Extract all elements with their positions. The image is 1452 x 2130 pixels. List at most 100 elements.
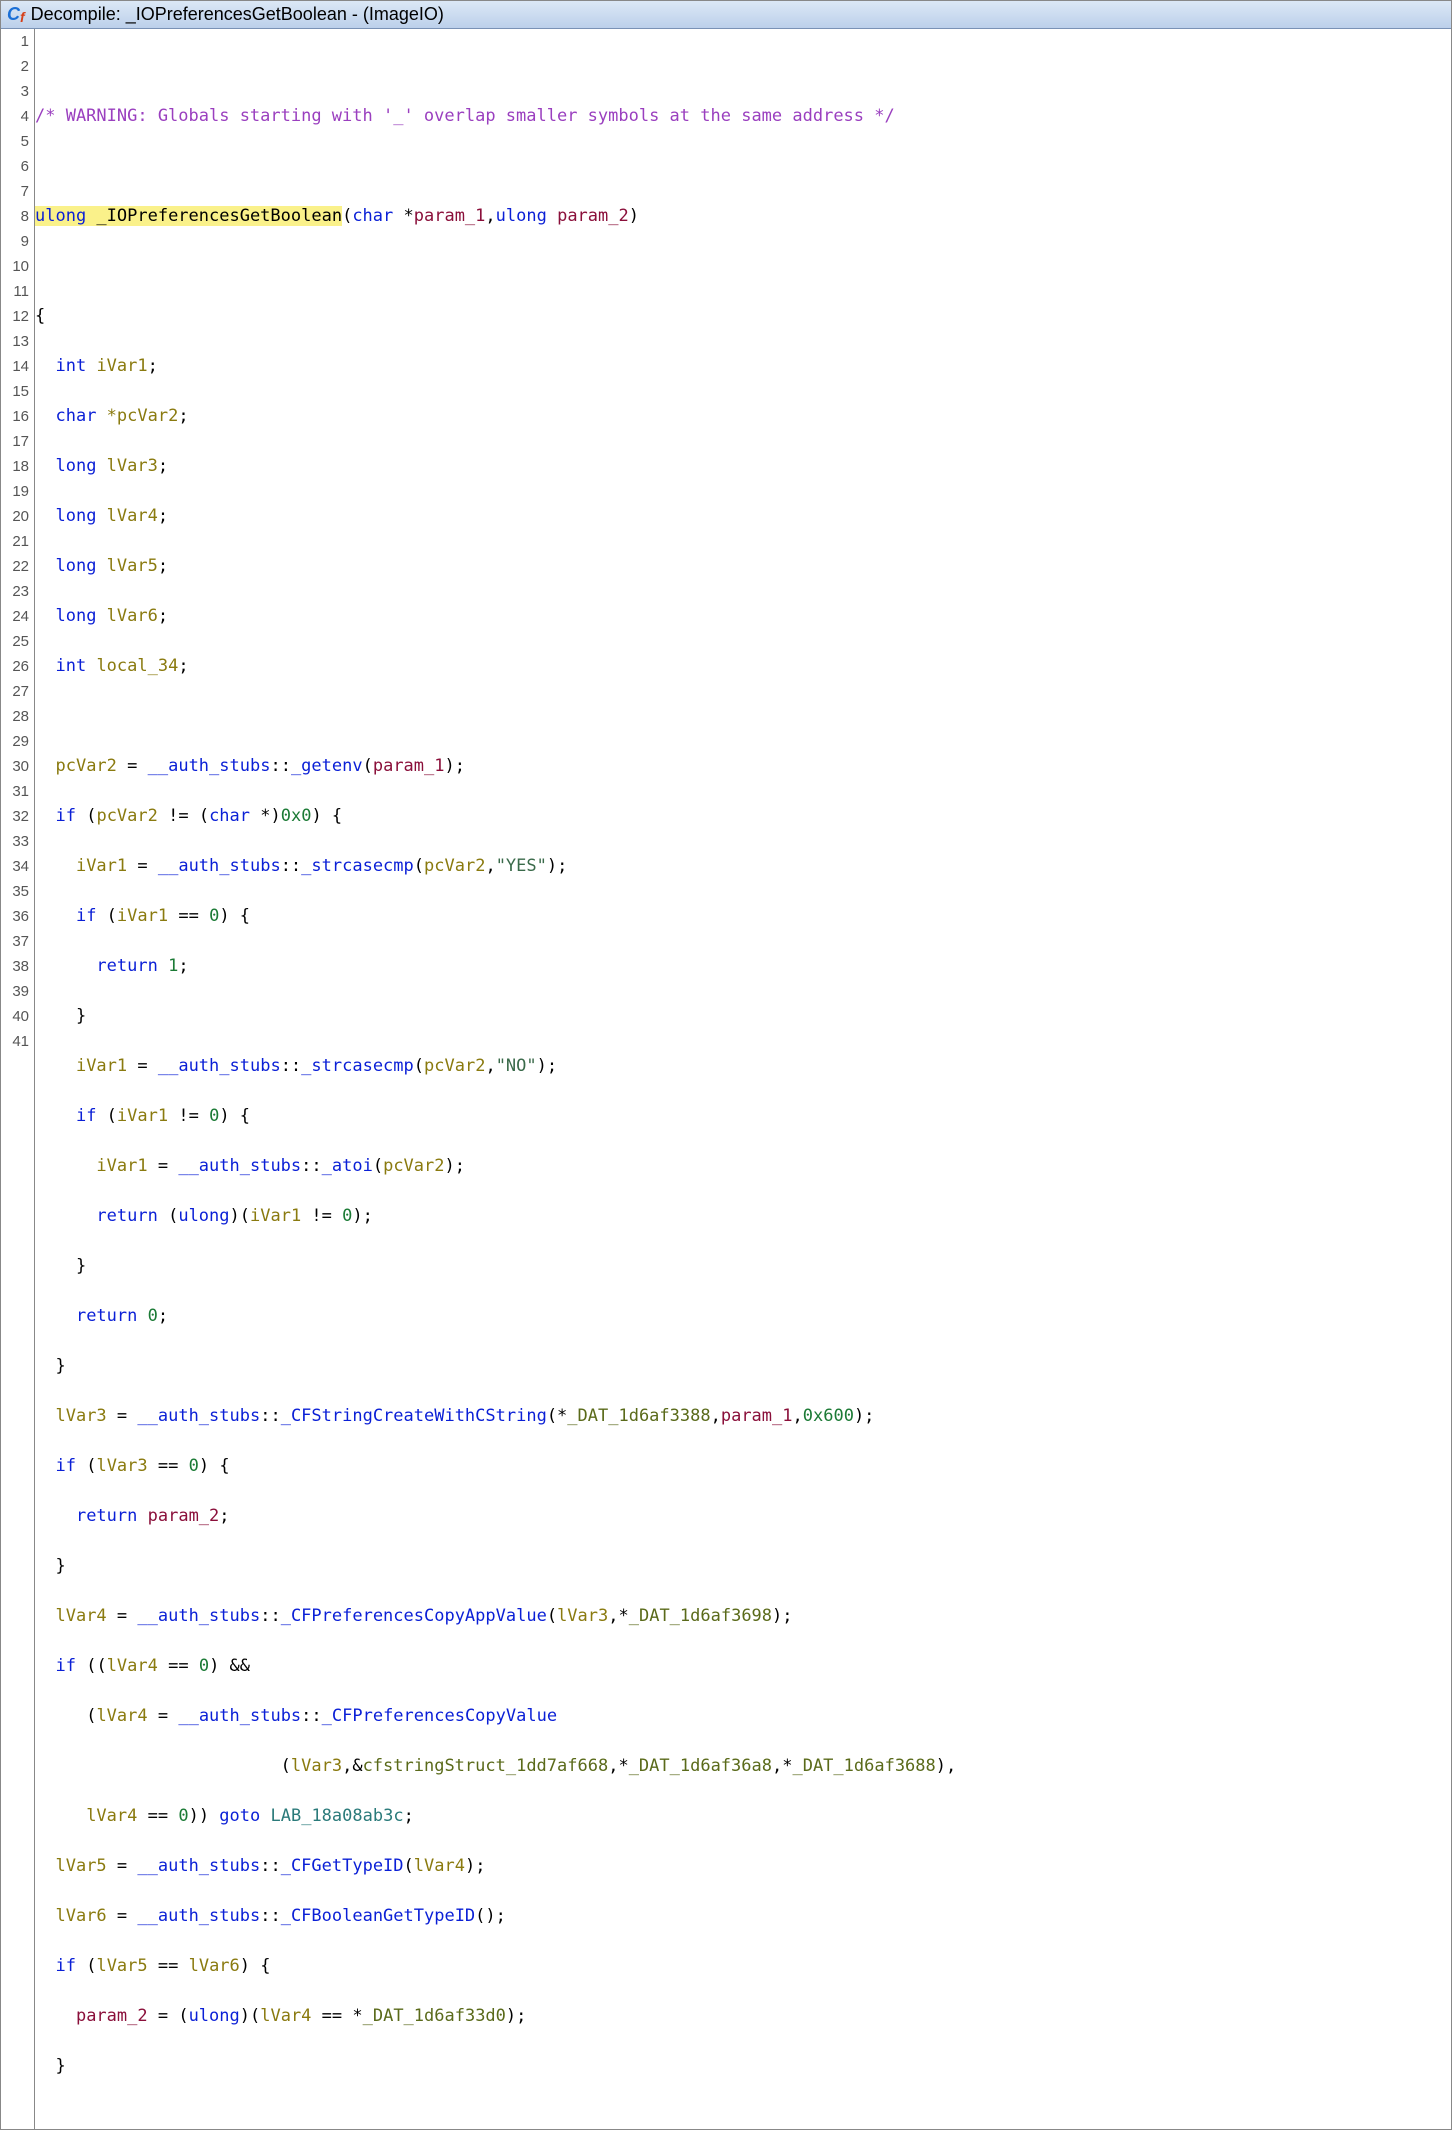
line-number: 5 [1,129,34,154]
cast-type: char [209,806,250,826]
line-number: 27 [1,679,34,704]
line-number: 37 [1,929,34,954]
param-type: ulong [496,206,547,226]
scope-op: :: [301,1156,321,1176]
param-ref: param_2 [76,2006,148,2026]
string-literal: "NO" [496,1056,537,1076]
num: 0 [178,1806,188,1826]
scope-op: :: [260,1906,280,1926]
namespace: __auth_stubs [137,1406,260,1426]
line-number: 35 [1,879,34,904]
scope-op: :: [260,1856,280,1876]
line-number: 2 [1,54,34,79]
num: 0x600 [803,1406,854,1426]
comma: , [485,206,495,226]
line-number: 28 [1,704,34,729]
line-number: 38 [1,954,34,979]
title-text: Decompile: _IOPreferencesGetBoolean - (I… [31,4,444,25]
cast-type: ulong [189,2006,240,2026]
warning-comment: /* WARNING: Globals starting with '_' ov… [35,106,895,126]
var: lVar3 [291,1756,342,1776]
line-number: 20 [1,504,34,529]
call-cfstringcreate: _CFStringCreateWithCString [281,1406,547,1426]
decompiled-code[interactable]: /* WARNING: Globals starting with '_' ov… [35,29,1451,2129]
line-number: 34 [1,854,34,879]
line-number-gutter: 1 2 3 4 5 6 7 8 9 10 11 12 13 14 15 16 1… [1,29,35,2129]
cast-type: ulong [178,1206,229,1226]
namespace: __auth_stubs [178,1156,301,1176]
line-number: 26 [1,654,34,679]
return-type: ulong [35,206,86,226]
global-dat: _DAT_1d6af3698 [629,1606,772,1626]
line-number: 6 [1,154,34,179]
num: 0 [148,1306,158,1326]
decompile-icon: Cf [7,4,25,25]
line-number: 25 [1,629,34,654]
call-strcasecmp: _strcasecmp [301,1056,414,1076]
decompile-titlebar[interactable]: Cf Decompile: _IOPreferencesGetBoolean -… [1,1,1451,29]
namespace: __auth_stubs [148,756,271,776]
global-dat: _DAT_1d6af3388 [567,1406,710,1426]
global-dat: _DAT_1d6af33d0 [363,2006,506,2026]
line-number: 32 [1,804,34,829]
function-name: _IOPreferencesGetBoolean [86,206,342,226]
keyword-if: if [76,906,96,926]
var: lVar3 [96,1456,147,1476]
line-number: 19 [1,479,34,504]
label: LAB_18a08ab3c [271,1806,404,1826]
call-cfgettypeid: _CFGetTypeID [281,1856,404,1876]
scope-op: :: [270,756,290,776]
line-number: 17 [1,429,34,454]
decompile-panel: Cf Decompile: _IOPreferencesGetBoolean -… [0,0,1452,2130]
var: iVar1 [117,906,168,926]
keyword-goto: goto [219,1806,260,1826]
call-strcasecmp: _strcasecmp [301,856,414,876]
var: lVar4 [414,1856,465,1876]
namespace: __auth_stubs [158,856,281,876]
var: lVar6 [55,1906,106,1926]
var: lVar3 [557,1606,608,1626]
var: pcVar2 [96,806,157,826]
keyword-if: if [55,1656,75,1676]
global-dat: _DAT_1d6af36a8 [629,1756,772,1776]
global-dat: _DAT_1d6af3688 [792,1756,935,1776]
line-number: 4 [1,104,34,129]
var: lVar4 [55,1606,106,1626]
global-struct: cfstringStruct_1dd7af668 [363,1756,609,1776]
num: 0x0 [281,806,312,826]
call-cfprefcopyapp: _CFPreferencesCopyAppValue [281,1606,547,1626]
var: iVar1 [76,1056,127,1076]
line-number: 41 [1,1029,34,1054]
var-decl: lVar4 [96,506,157,526]
var-decl: lVar6 [96,606,157,626]
line-number: 31 [1,779,34,804]
param-ref: param_1 [373,756,445,776]
line-number: 12 [1,304,34,329]
keyword-return: return [76,1306,137,1326]
call-getenv: _getenv [291,756,363,776]
type-long: long [55,606,96,626]
num: 0 [189,1456,199,1476]
var: lVar4 [86,1806,137,1826]
line-number: 10 [1,254,34,279]
var: lVar4 [260,2006,311,2026]
var: lVar6 [189,1956,240,1976]
keyword-if: if [76,1106,96,1126]
var: iVar1 [117,1106,168,1126]
keyword-return: return [76,1506,137,1526]
var: pcVar2 [383,1156,444,1176]
keyword-if: if [55,1956,75,1976]
namespace: __auth_stubs [137,1906,260,1926]
line-number: 15 [1,379,34,404]
paren-open: ( [342,206,352,226]
call-atoi: _atoi [322,1156,373,1176]
param-type: char [352,206,393,226]
type-long: long [55,456,96,476]
namespace: __auth_stubs [137,1606,260,1626]
var: pcVar2 [424,856,485,876]
line-number: 16 [1,404,34,429]
call-cfbooltypeid: _CFBooleanGetTypeID [281,1906,475,1926]
ptr-star: * [393,206,413,226]
var-decl: iVar1 [86,356,147,376]
namespace: __auth_stubs [158,1056,281,1076]
